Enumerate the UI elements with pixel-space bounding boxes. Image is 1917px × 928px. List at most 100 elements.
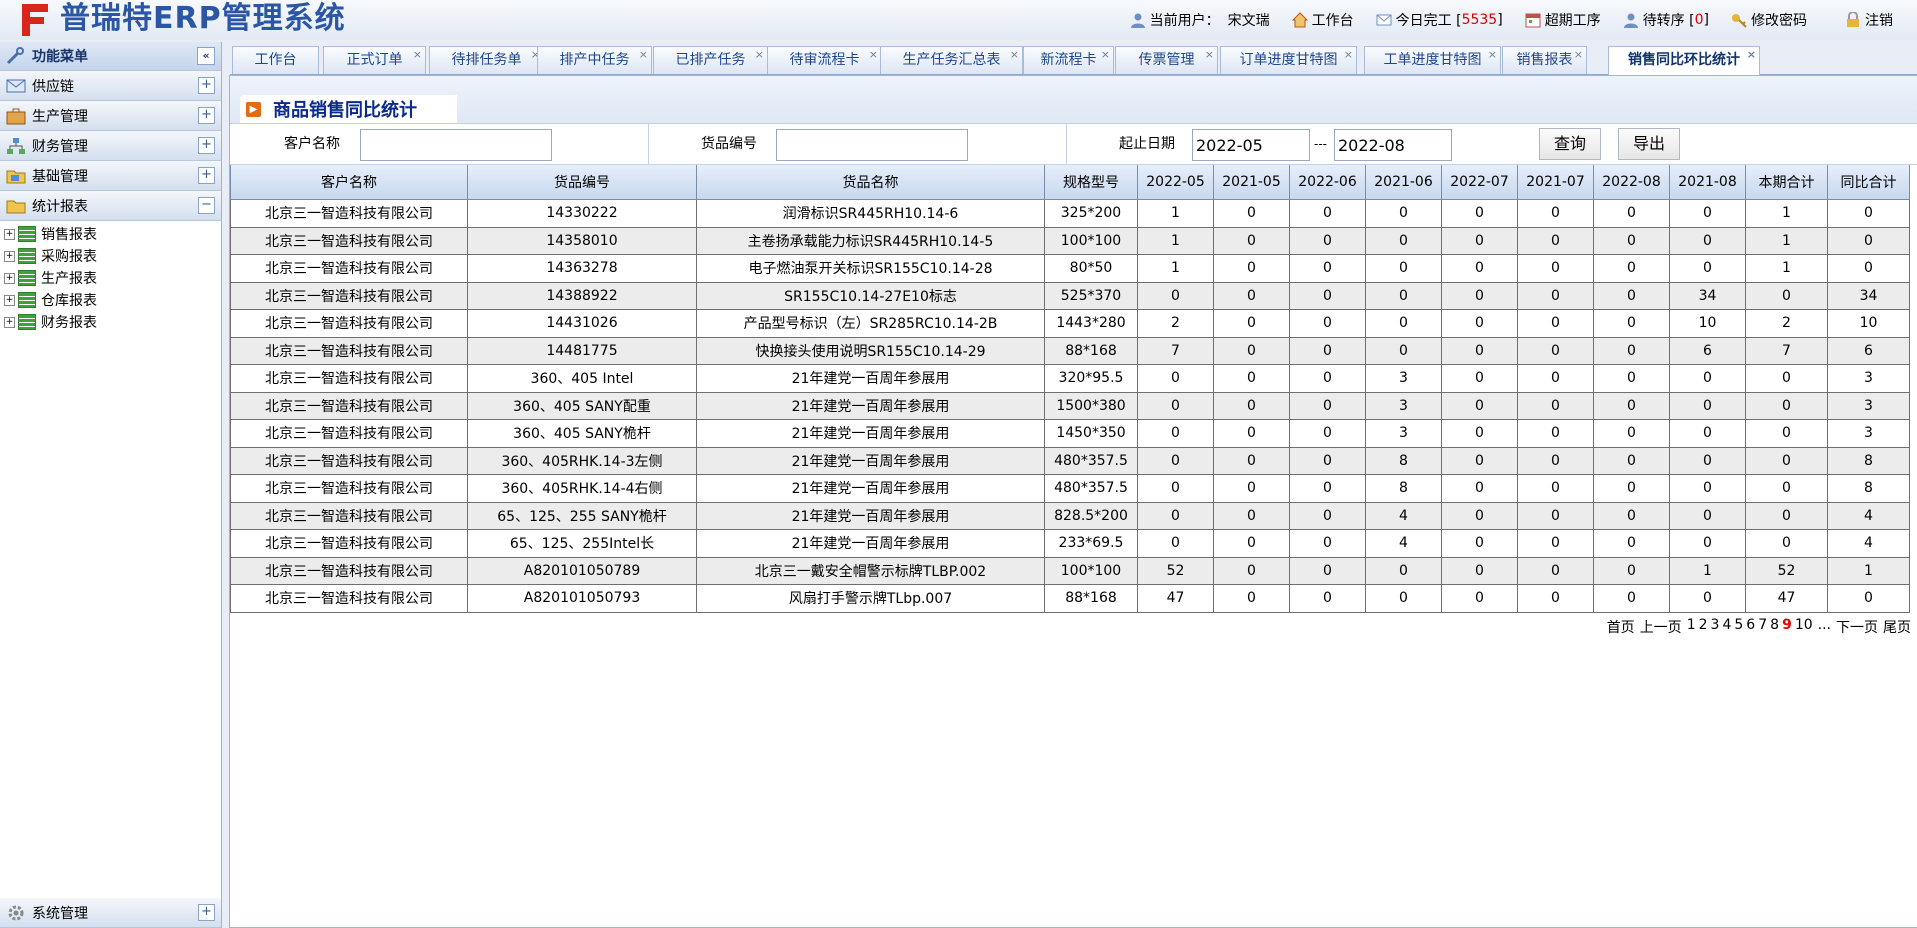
column-header[interactable]: 2022-07 — [1441, 165, 1518, 200]
logout-link[interactable]: 注销 — [1845, 10, 1893, 30]
page-link[interactable]: 8 — [1770, 617, 1779, 637]
date-to-input[interactable]: 2022-08 — [1334, 129, 1452, 161]
sidebar-item-system[interactable]: 系统管理 + — [0, 898, 221, 928]
table-row[interactable]: 北京三一智造科技有限公司 360、405 Intel 21年建党一百周年参展用 320… — [230, 364, 1910, 393]
tab-close-icon[interactable]: × — [755, 41, 764, 68]
column-header[interactable]: 同比合计 — [1827, 165, 1910, 200]
table-row[interactable]: 北京三一智造科技有限公司 65、125、255 SANY桅杆 21年建党一百周年参展… — [230, 501, 1910, 530]
tree-expand-icon[interactable]: + — [4, 228, 15, 240]
tree-expand-icon[interactable]: + — [4, 294, 15, 306]
column-header[interactable]: 2021-05 — [1213, 165, 1290, 200]
sidebar-item-basic[interactable]: 基础管理 + — [0, 161, 221, 191]
table-row[interactable]: 北京三一智造科技有限公司 14330222 润滑标识SR445RH10.14-6 32… — [230, 199, 1910, 228]
tab-close-icon[interactable]: × — [413, 41, 422, 68]
table-row[interactable]: 北京三一智造科技有限公司 14481775 快换接头使用说明SR155C10.14-… — [230, 336, 1910, 365]
page-link[interactable]: 1 — [1687, 617, 1696, 637]
table-row[interactable]: 北京三一智造科技有限公司 14358010 主卷扬承载能力标识SR445RH10.1… — [230, 226, 1910, 255]
column-header[interactable]: 2022-05 — [1137, 165, 1214, 200]
column-header[interactable]: 货品编号 — [467, 165, 697, 200]
query-button[interactable]: 查询 — [1539, 128, 1601, 160]
sidebar-item-reports[interactable]: 统计报表 − — [0, 191, 221, 221]
tree-expand-icon[interactable]: + — [4, 272, 15, 284]
done-today-link[interactable]: 今日完工 [5535] — [1376, 10, 1503, 30]
last-page-link[interactable]: 尾页 — [1883, 617, 1911, 637]
tab-scheduled[interactable]: 已排产任务 × — [653, 46, 768, 74]
overdue-link[interactable]: 超期工序 — [1525, 10, 1601, 30]
tree-item-production-report[interactable]: + 生产报表 — [4, 267, 221, 289]
column-header[interactable]: 货品名称 — [696, 165, 1045, 200]
tab-close-icon[interactable]: × — [1205, 41, 1214, 68]
expand-icon[interactable]: + — [198, 167, 215, 184]
item-code-input[interactable] — [776, 129, 968, 161]
column-header[interactable]: 本期合计 — [1745, 165, 1828, 200]
tab-sales-report[interactable]: 销售报表 × — [1502, 46, 1587, 74]
column-header[interactable]: 客户名称 — [230, 165, 468, 200]
change-password-link[interactable]: 修改密码 — [1731, 10, 1807, 30]
tree-expand-icon[interactable]: + — [4, 316, 15, 328]
column-header[interactable]: 规格型号 — [1044, 165, 1138, 200]
export-button[interactable]: 导出 — [1618, 128, 1680, 160]
sidebar-item-production[interactable]: 生产管理 + — [0, 101, 221, 131]
date-from-input[interactable]: 2022-05 — [1192, 129, 1310, 161]
page-link[interactable]: 6 — [1746, 617, 1755, 637]
sidebar-item-supply-chain[interactable]: 供应链 + — [0, 71, 221, 101]
first-page-link[interactable]: 首页 — [1607, 617, 1635, 637]
table-row[interactable]: 北京三一智造科技有限公司 14431026 产品型号标识（左）SR285RC10.1… — [230, 309, 1910, 338]
page-link[interactable]: 10 — [1795, 617, 1813, 637]
tab-ticket-management[interactable]: 传票管理 × — [1115, 46, 1218, 74]
tab-sales-yoy-stats[interactable]: 销售同比环比统计 × — [1608, 46, 1760, 75]
tab-formal-orders[interactable]: 正式订单 × — [323, 46, 426, 74]
sidebar-item-finance[interactable]: 财务管理 + — [0, 131, 221, 161]
sidebar-collapse-button[interactable]: « — [197, 47, 215, 65]
tab-scheduling[interactable]: 排产中任务 × — [537, 46, 652, 74]
tab-close-icon[interactable]: × — [1488, 41, 1497, 68]
tab-pending-tasks[interactable]: 待排任务单 × — [429, 46, 544, 74]
tab-workbench[interactable]: 工作台 — [232, 46, 319, 74]
expand-icon[interactable]: + — [198, 107, 215, 124]
table-row[interactable]: 北京三一智造科技有限公司 360、405 SANY配重 21年建党一百周年参展用 15… — [230, 391, 1910, 420]
tree-item-finance-report[interactable]: + 财务报表 — [4, 311, 221, 333]
workbench-link[interactable]: 工作台 — [1291, 10, 1354, 30]
table-row[interactable]: 北京三一智造科技有限公司 A820101050793 风扇打手警示牌TLbp.007… — [230, 584, 1910, 613]
column-header[interactable]: 2022-08 — [1593, 165, 1670, 200]
tab-close-icon[interactable]: × — [1344, 41, 1353, 68]
tree-item-sales-report[interactable]: + 销售报表 — [4, 223, 221, 245]
expand-icon[interactable]: + — [198, 904, 215, 921]
table-row[interactable]: 北京三一智造科技有限公司 14388922 SR155C10.14-27E10标志 5… — [230, 281, 1910, 310]
collapse-icon[interactable]: − — [198, 197, 215, 214]
tree-expand-icon[interactable]: + — [4, 250, 15, 262]
table-row[interactable]: 北京三一智造科技有限公司 360、405 SANY桅杆 21年建党一百周年参展用 14… — [230, 419, 1910, 448]
tab-workorder-gantt[interactable]: 工单进度甘特图 × — [1364, 46, 1501, 74]
table-row[interactable]: 北京三一智造科技有限公司 360、405RHK.14-3左侧 21年建党一百周年参展… — [230, 446, 1910, 475]
page-link[interactable]: 2 — [1699, 617, 1708, 637]
tab-new-card[interactable]: 新流程卡 × — [1023, 46, 1114, 74]
table-row[interactable]: 北京三一智造科技有限公司 14363278 电子燃油泵开关标识SR155C10.14… — [230, 254, 1910, 283]
tab-close-icon[interactable]: × — [869, 41, 878, 68]
page-link[interactable]: 5 — [1734, 617, 1743, 637]
page-link[interactable]: 7 — [1758, 617, 1767, 637]
tab-close-icon[interactable]: × — [1747, 41, 1756, 68]
column-header[interactable]: 2021-07 — [1517, 165, 1594, 200]
tab-close-icon[interactable]: × — [1574, 41, 1583, 68]
page-link[interactable]: 3 — [1711, 617, 1720, 637]
expand-icon[interactable]: + — [198, 77, 215, 94]
tab-close-icon[interactable]: × — [639, 41, 648, 68]
tree-item-purchase-report[interactable]: + 采购报表 — [4, 245, 221, 267]
customer-input[interactable] — [360, 129, 552, 161]
page-link[interactable]: 4 — [1722, 617, 1731, 637]
table-row[interactable]: 北京三一智造科技有限公司 65、125、255Intel长 21年建党一百周年参展用… — [230, 529, 1910, 558]
tab-order-gantt[interactable]: 订单进度甘特图 × — [1220, 46, 1357, 74]
tab-close-icon[interactable]: × — [1101, 41, 1110, 68]
current-page[interactable]: 9 — [1782, 617, 1792, 637]
table-row[interactable]: 北京三一智造科技有限公司 360、405RHK.14-4右侧 21年建党一百周年参展… — [230, 474, 1910, 503]
table-row[interactable]: 北京三一智造科技有限公司 A820101050789 北京三一戴安全帽警示标牌TLB… — [230, 556, 1910, 585]
next-page-link[interactable]: 下一页 — [1836, 617, 1878, 637]
tab-production-summary[interactable]: 生产任务汇总表 × — [880, 46, 1023, 74]
column-header[interactable]: 2021-08 — [1669, 165, 1746, 200]
tab-close-icon[interactable]: × — [1010, 41, 1019, 68]
column-header[interactable]: 2022-06 — [1289, 165, 1366, 200]
column-header[interactable]: 2021-06 — [1365, 165, 1442, 200]
tab-pending-cards[interactable]: 待审流程卡 × — [767, 46, 882, 74]
prev-page-link[interactable]: 上一页 — [1640, 617, 1682, 637]
tree-item-warehouse-report[interactable]: + 仓库报表 — [4, 289, 221, 311]
